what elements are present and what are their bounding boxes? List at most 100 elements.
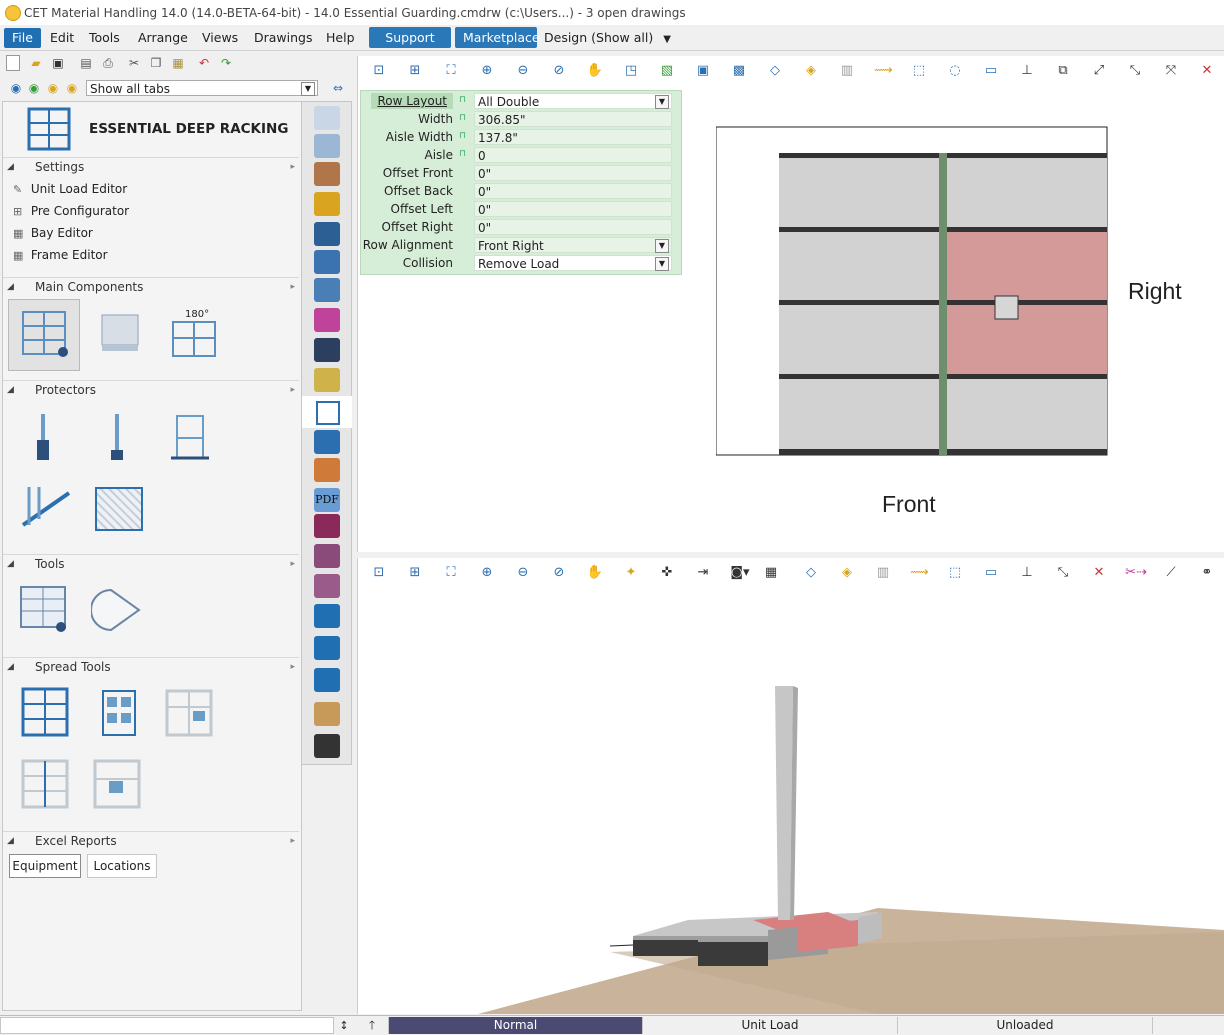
- post-tab-icon[interactable]: [314, 368, 340, 392]
- eraser-icon[interactable]: ◇: [766, 62, 784, 80]
- aisle-width-value[interactable]: 137.8": [474, 129, 672, 145]
- menu-drawings[interactable]: Drawings: [246, 28, 321, 48]
- materials-tab-icon[interactable]: [314, 162, 340, 186]
- connector-tab-icon[interactable]: [314, 308, 340, 332]
- offset-front-value[interactable]: 0": [474, 165, 672, 181]
- offset-back-value[interactable]: 0": [474, 183, 672, 199]
- unit-load-icon[interactable]: [99, 310, 143, 358]
- lasso-icon[interactable]: ◌: [946, 62, 964, 80]
- zoom-previous-icon[interactable]: ⊘: [550, 564, 568, 582]
- paste-icon[interactable]: ▦: [170, 55, 186, 71]
- flip-icon[interactable]: ◈: [838, 564, 856, 582]
- flask-tab-icon[interactable]: [314, 222, 340, 246]
- ruler-icon[interactable]: ⟋: [1162, 564, 1180, 582]
- offset-right-value[interactable]: 0": [474, 219, 672, 235]
- scale-icon[interactable]: ⤡: [1054, 564, 1072, 582]
- tab-select[interactable]: Show all tabs ▼: [86, 80, 318, 96]
- measure-tab-icon[interactable]: [314, 192, 340, 216]
- menu-edit[interactable]: Edit: [42, 28, 82, 48]
- zoom-1-icon[interactable]: ⊡: [370, 62, 388, 80]
- link-icon[interactable]: ⚭: [1198, 564, 1216, 582]
- orbit-icon[interactable]: ✦: [622, 564, 640, 582]
- building-tab-icon[interactable]: [314, 134, 340, 158]
- flip-icon[interactable]: ◈: [802, 62, 820, 80]
- unit-load-editor-item[interactable]: ✎ Unit Load Editor: [13, 179, 127, 199]
- zoom-in-icon[interactable]: ⊕: [478, 62, 496, 80]
- film-icon[interactable]: ▦: [762, 564, 780, 582]
- table-tool-icon[interactable]: [19, 585, 71, 635]
- copy-icon[interactable]: ❐: [148, 55, 164, 71]
- zoom-window-icon[interactable]: ⊞: [406, 564, 424, 582]
- nav-next-icon[interactable]: ◉: [45, 80, 61, 96]
- section-protectors[interactable]: ◢ Protectors ▸: [3, 380, 299, 399]
- resize-icon[interactable]: ⤧: [1162, 62, 1180, 80]
- end-protector-icon[interactable]: [171, 414, 211, 462]
- zoom-extents-icon[interactable]: ⛶: [442, 564, 460, 582]
- resize-vertical-icon[interactable]: ↕: [337, 1017, 351, 1034]
- property-value[interactable]: Front Right ▼: [474, 237, 672, 253]
- status-unloaded[interactable]: Unloaded: [897, 1017, 1152, 1034]
- image-icon[interactable]: ▧: [658, 62, 676, 80]
- equipment-button[interactable]: Equipment: [9, 854, 81, 878]
- zoom-window-icon[interactable]: ⊞: [406, 62, 424, 80]
- delete-icon[interactable]: ✕: [1090, 564, 1108, 582]
- boxes-tab-icon[interactable]: [314, 458, 340, 482]
- zoom-out-icon[interactable]: ⊖: [514, 564, 532, 582]
- spread-gray-rack-3-icon[interactable]: [93, 759, 141, 809]
- print-view-icon[interactable]: ▩: [730, 62, 748, 80]
- bay-editor-item[interactable]: ▦ Bay Editor: [13, 223, 93, 243]
- property-value[interactable]: All Double ▼: [474, 93, 672, 109]
- pdf-tab-icon[interactable]: PDF: [314, 488, 340, 512]
- frame-editor-item[interactable]: ▦ Frame Editor: [13, 245, 108, 265]
- dimension-icon[interactable]: ⟿: [874, 62, 893, 80]
- 3d-view[interactable]: ⊡ ⊞ ⛶ ⊕ ⊖ ⊘ ✋ ✦ ✜ ⇥ ◙▾ ▦ ◇ ◈ ▥ ⟿ ⬚ ▭ ⊥ ⤡…: [357, 558, 1224, 1014]
- zoom-out-icon[interactable]: ⊖: [514, 62, 532, 80]
- select-icon[interactable]: ◳: [622, 62, 640, 80]
- mesh-tab-icon[interactable]: [314, 250, 340, 274]
- rail-guard-icon[interactable]: [19, 485, 75, 533]
- measure-icon[interactable]: ⊥: [1018, 62, 1036, 80]
- comment-icon[interactable]: ▭: [982, 62, 1000, 80]
- section-tools[interactable]: ◢ Tools ▸: [3, 554, 299, 573]
- menu-file[interactable]: File: [4, 28, 41, 48]
- new-file-icon[interactable]: [6, 55, 20, 71]
- menu-help[interactable]: Help: [318, 28, 363, 48]
- walk-icon[interactable]: ⇥: [694, 564, 712, 582]
- chevron-down-icon[interactable]: ▼: [655, 257, 669, 271]
- locations-button[interactable]: Locations: [87, 854, 157, 878]
- spread-rack-full-icon[interactable]: [21, 687, 69, 737]
- undo-icon[interactable]: ↶: [196, 55, 212, 71]
- shelf-tab-icon[interactable]: [314, 514, 340, 538]
- nav-last-icon[interactable]: ◉: [64, 80, 80, 96]
- racking-2-tab-icon[interactable]: [314, 430, 340, 454]
- aisle-value[interactable]: 0: [474, 147, 672, 163]
- frame-icon[interactable]: ▣: [694, 62, 712, 80]
- dimension-icon[interactable]: ⟿: [910, 564, 929, 582]
- column-protector-icon[interactable]: [33, 414, 53, 462]
- cut-icon[interactable]: ✂: [126, 55, 142, 71]
- zoom-previous-icon[interactable]: ⊘: [550, 62, 568, 80]
- panel-options-icon[interactable]: ⇔: [330, 80, 346, 96]
- beam-tab-icon[interactable]: [314, 106, 340, 130]
- section-spread-tools[interactable]: ◢ Spread Tools ▸: [3, 657, 299, 676]
- pre-configurator-item[interactable]: ⊞ Pre Configurator: [13, 201, 129, 221]
- spread-gray-rack-2-icon[interactable]: [21, 759, 69, 809]
- menu-tools[interactable]: Tools: [81, 28, 128, 48]
- measure-icon[interactable]: ⊥: [1018, 564, 1036, 582]
- menu-arrange[interactable]: Arrange: [130, 28, 196, 48]
- offset-left-value[interactable]: 0": [474, 201, 672, 217]
- zoom-1-icon[interactable]: ⊡: [370, 564, 388, 582]
- nav-up-icon[interactable]: ◉: [8, 80, 24, 96]
- rings-tab-icon[interactable]: [314, 338, 340, 362]
- property-value[interactable]: Remove Load ▼: [474, 255, 672, 271]
- chevron-down-icon[interactable]: ▼: [655, 239, 669, 253]
- zoom-in-icon[interactable]: ⊕: [478, 564, 496, 582]
- connect-icon[interactable]: ⧉: [1054, 62, 1072, 80]
- pan-icon[interactable]: ✋: [586, 62, 604, 80]
- save-icon[interactable]: ▣: [50, 55, 66, 71]
- nav-down-icon[interactable]: ◉: [26, 80, 42, 96]
- align-icon[interactable]: ▥: [874, 564, 892, 582]
- documents-tab-icon[interactable]: [314, 636, 340, 660]
- design-dropdown[interactable]: Design (Show all) ▼: [536, 28, 679, 48]
- lock-icon[interactable]: ⊓: [459, 131, 469, 141]
